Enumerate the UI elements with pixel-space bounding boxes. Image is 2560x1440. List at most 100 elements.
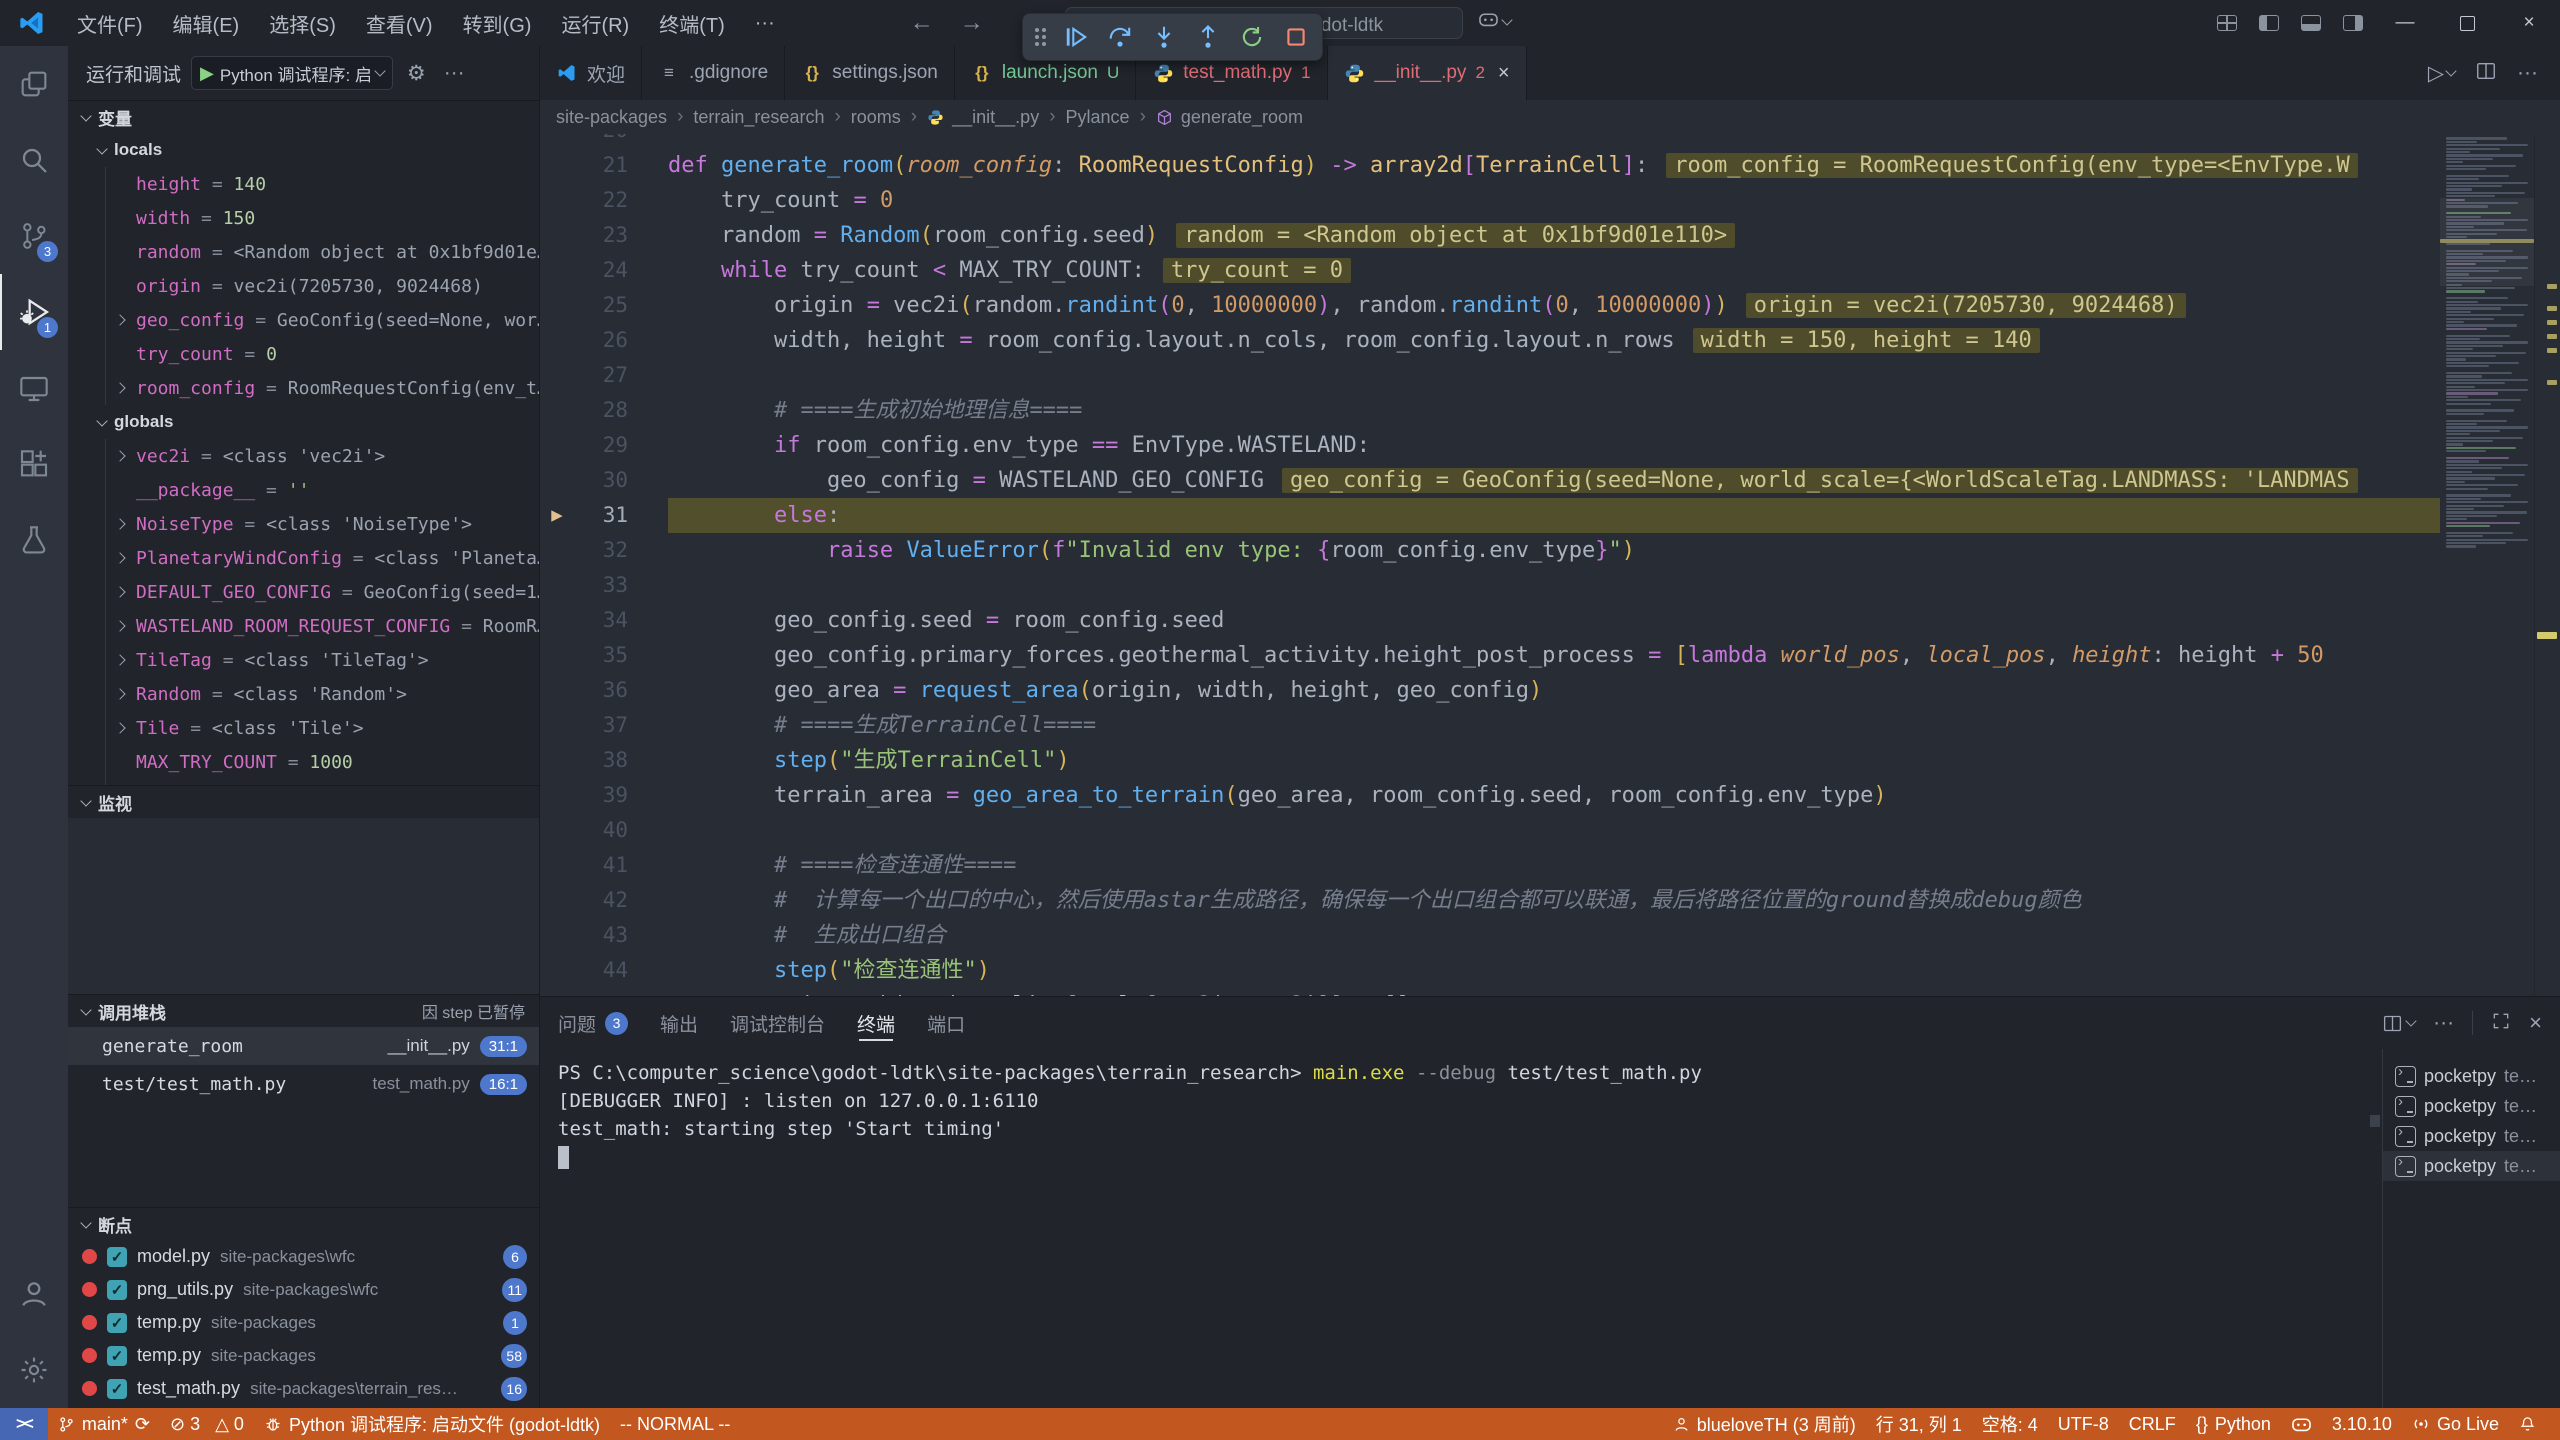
panel-tab-终端[interactable]: 终端 xyxy=(857,997,895,1049)
watch-section-header[interactable]: 监视 xyxy=(68,786,539,818)
variable-row[interactable]: WASTELAND_ROOM_REQUEST_CONFIG = RoomR… xyxy=(106,609,539,643)
panel-tab-调试控制台[interactable]: 调试控制台 xyxy=(730,997,825,1049)
panel-tab-端口[interactable]: 端口 xyxy=(927,997,965,1049)
variable-row[interactable]: try_count = 0 xyxy=(106,337,539,371)
breadcrumb-item[interactable]: rooms xyxy=(851,107,901,128)
code-editor[interactable]: 2021def generate_room(room_config: RoomR… xyxy=(540,134,2560,996)
variables-section-header[interactable]: 变量 xyxy=(68,101,539,133)
breakpoints-section-header[interactable]: 断点 xyxy=(68,1208,539,1240)
menu-item-6[interactable]: 终端(T) xyxy=(644,0,740,46)
variable-row[interactable]: Tile = <class 'Tile'> xyxy=(106,711,539,745)
panel-more-icon[interactable]: ··· xyxy=(2433,1011,2454,1035)
panel-tab-问题[interactable]: 问题3 xyxy=(558,997,628,1049)
call-stack-section-header[interactable]: 调用堆栈 因 step 已暂停 xyxy=(68,995,539,1027)
variable-row[interactable]: width = 150 xyxy=(106,201,539,235)
breadcrumb-item[interactable]: site-packages xyxy=(556,107,667,128)
breadcrumb-item[interactable]: Pylance xyxy=(1066,107,1130,128)
code-line-20[interactable]: 20 xyxy=(540,134,2440,148)
terminal-instance[interactable]: pocketpyte… xyxy=(2383,1061,2560,1091)
maximize-button[interactable] xyxy=(2436,0,2498,46)
menu-item-2[interactable]: 选择(S) xyxy=(254,0,351,46)
continue-button[interactable] xyxy=(1062,23,1090,51)
status-problems[interactable]: ⊘ 3△ 0 xyxy=(160,1408,254,1440)
maximize-panel-icon[interactable] xyxy=(2491,1011,2511,1036)
step-into-button[interactable] xyxy=(1150,23,1178,51)
activity-search-icon[interactable] xyxy=(0,122,68,198)
status-notifications[interactable] xyxy=(2509,1408,2546,1440)
code-line-40[interactable]: 40 xyxy=(540,813,2440,848)
menu-item-0[interactable]: 文件(F) xyxy=(62,0,158,46)
status-git-branch[interactable]: main* ⟳ xyxy=(48,1408,160,1440)
code-line-42[interactable]: 42 # 计算每一个出口的中心，然后使用astar生成路径，确保每一个出口组合都… xyxy=(540,883,2440,918)
status-language[interactable]: {} Python xyxy=(2186,1408,2281,1440)
split-terminal-icon[interactable] xyxy=(2382,1013,2415,1034)
breakpoint-row[interactable]: ✓test_math.pysite-packages\terrain_res…1… xyxy=(68,1372,539,1405)
toggle-panel-icon[interactable] xyxy=(2301,15,2321,31)
breakpoint-checkbox[interactable]: ✓ xyxy=(107,1280,127,1300)
start-debug-icon[interactable]: ▶ xyxy=(200,63,214,84)
status-remote[interactable]: >< xyxy=(0,1408,48,1440)
code-line-31[interactable]: ▶31 else: xyxy=(540,498,2440,533)
breakpoint-checkbox[interactable]: ✓ xyxy=(107,1247,127,1267)
status-go-live[interactable]: Go Live xyxy=(2402,1408,2509,1440)
activity-settings-icon[interactable] xyxy=(0,1332,68,1408)
code-line-27[interactable]: 27 xyxy=(540,358,2440,393)
variable-row[interactable]: step = <function step at 0x1bf8d716d xyxy=(106,779,539,785)
status-encoding[interactable]: UTF-8 xyxy=(2048,1408,2119,1440)
code-line-24[interactable]: 24 while try_count < MAX_TRY_COUNT:try_c… xyxy=(540,253,2440,288)
code-line-36[interactable]: 36 geo_area = request_area(origin, width… xyxy=(540,673,2440,708)
panel-tab-输出[interactable]: 输出 xyxy=(660,997,698,1049)
breadcrumb-item[interactable]: terrain_research xyxy=(693,107,824,128)
activity-explorer-icon[interactable] xyxy=(0,46,68,122)
tab--gdignore[interactable]: ≡.gdignore xyxy=(642,46,785,100)
menu-item-5[interactable]: 运行(R) xyxy=(546,0,644,46)
variable-row[interactable]: NoiseType = <class 'NoiseType'> xyxy=(106,507,539,541)
toggle-secondary-sidebar-icon[interactable] xyxy=(2343,15,2363,31)
variable-row[interactable]: random = <Random object at 0x1bf9d01e… xyxy=(106,235,539,269)
toggle-sidebar-icon[interactable] xyxy=(2259,15,2279,31)
run-python-file-button[interactable]: ▷ xyxy=(2428,61,2455,86)
copilot-menu-button[interactable] xyxy=(1478,9,1511,35)
breakpoint-row[interactable]: ✓temp.pysite-packages1 xyxy=(68,1306,539,1339)
code-line-29[interactable]: 29 if room_config.env_type == EnvType.WA… xyxy=(540,428,2440,463)
status-vim-mode[interactable]: -- NORMAL -- xyxy=(610,1408,740,1440)
code-line-23[interactable]: 23 random = Random(room_config.seed)rand… xyxy=(540,218,2440,253)
menu-item-7[interactable]: ··· xyxy=(740,0,790,46)
tab-__init__-py[interactable]: __init__.py2× xyxy=(1328,46,1527,100)
breakpoint-checkbox[interactable]: ✓ xyxy=(107,1379,127,1399)
minimize-button[interactable]: — xyxy=(2374,0,2436,46)
activity-source-control-icon[interactable]: 3 xyxy=(0,198,68,274)
drag-handle-icon[interactable] xyxy=(1035,28,1046,46)
variable-row[interactable]: origin = vec2i(7205730, 9024468) xyxy=(106,269,539,303)
stack-frame[interactable]: generate_room__init__.py31:1 xyxy=(68,1027,539,1065)
status-indentation[interactable]: 空格: 4 xyxy=(1972,1408,2048,1440)
variable-row[interactable]: height = 140 xyxy=(106,167,539,201)
code-line-21[interactable]: 21def generate_room(room_config: RoomReq… xyxy=(540,148,2440,183)
stop-button[interactable] xyxy=(1282,23,1310,51)
variable-row[interactable]: geo_config = GeoConfig(seed=None, wor… xyxy=(106,303,539,337)
code-line-43[interactable]: 43 # 生成出口组合 xyxy=(540,918,2440,953)
status-cursor-position[interactable]: 行 31, 列 1 xyxy=(1866,1408,1972,1440)
code-line-37[interactable]: 37 # ====生成TerrainCell==== xyxy=(540,708,2440,743)
variable-row[interactable]: room_config = RoomRequestConfig(env_t… xyxy=(106,371,539,405)
stack-frame[interactable]: test/test_math.pytest_math.py16:1 xyxy=(68,1065,539,1103)
close-button[interactable]: × xyxy=(2498,0,2560,46)
terminal-instance[interactable]: pocketpyte… xyxy=(2383,1091,2560,1121)
activity-testing-icon[interactable] xyxy=(0,502,68,578)
code-line-45[interactable]: 45 exit_combinations:list[tuple[vec2i, v… xyxy=(540,988,2440,996)
terminal-output[interactable]: PS C:\computer_science\godot-ldtk\site-p… xyxy=(540,1049,2368,1408)
nav-back-icon[interactable]: ← xyxy=(910,9,934,37)
close-panel-icon[interactable]: × xyxy=(2529,1010,2542,1036)
terminal-scrollbar[interactable] xyxy=(2368,1049,2382,1408)
split-editor-icon[interactable] xyxy=(2475,60,2497,87)
status-debug-target[interactable]: Python 调试程序: 启动文件 (godot-ldtk) xyxy=(254,1408,610,1440)
more-actions-icon[interactable]: ··· xyxy=(440,61,469,85)
code-line-30[interactable]: 30 geo_config = WASTELAND_GEO_CONFIGgeo_… xyxy=(540,463,2440,498)
status-python-version[interactable]: 3.10.10 xyxy=(2322,1408,2402,1440)
code-line-44[interactable]: 44 step("检查连通性") xyxy=(540,953,2440,988)
variable-row[interactable]: DEFAULT_GEO_CONFIG = GeoConfig(seed=1… xyxy=(106,575,539,609)
minimap-slider[interactable] xyxy=(2440,198,2534,286)
variable-row[interactable]: MAX_TRY_COUNT = 1000 xyxy=(106,745,539,779)
menu-item-3[interactable]: 查看(V) xyxy=(351,0,448,46)
breakpoint-row[interactable]: ✓temp.pysite-packages58 xyxy=(68,1339,539,1372)
